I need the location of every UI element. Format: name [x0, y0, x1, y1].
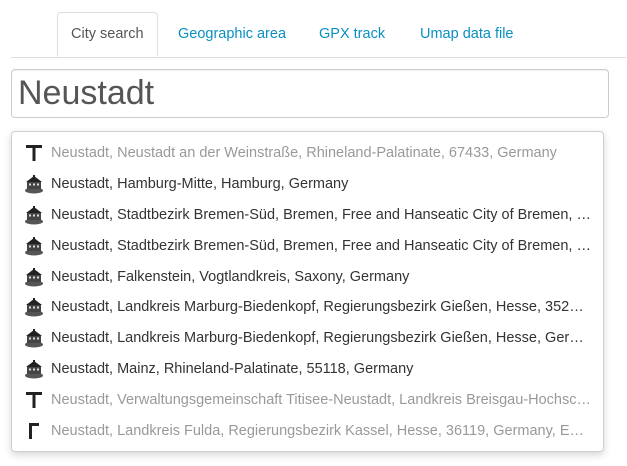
tab-geographic-area[interactable]: Geographic area — [178, 12, 286, 56]
result-item[interactable]: Neustadt, Stadtbezirk Bremen-Süd, Bremen… — [12, 200, 603, 231]
result-item[interactable]: Neustadt, Stadtbezirk Bremen-Süd, Bremen… — [12, 230, 603, 261]
result-item[interactable]: Neustadt, Verwaltungsgemeinschaft Titise… — [12, 384, 603, 415]
result-label: Neustadt, Falkenstein, Vogtlandkreis, Sa… — [51, 268, 410, 285]
city-search-input[interactable] — [11, 69, 609, 118]
result-item[interactable]: Neustadt, Landkreis Marburg-Biedenkopf, … — [12, 292, 603, 323]
result-label: Neustadt, Landkreis Marburg-Biedenkopf, … — [51, 330, 591, 347]
search-mode-tabs: City search Geographic area GPX track Um… — [11, 12, 626, 58]
signpost-icon — [23, 389, 45, 411]
tab-gpx-track[interactable]: GPX track — [319, 12, 385, 56]
town-icon — [23, 266, 45, 288]
town-icon — [23, 235, 45, 257]
result-label: Neustadt, Neustadt an der Weinstraße, Rh… — [51, 145, 557, 162]
result-item[interactable]: Neustadt, Falkenstein, Vogtlandkreis, Sa… — [12, 261, 603, 292]
result-label: Neustadt, Landkreis Marburg-Biedenkopf, … — [51, 299, 591, 316]
town-icon — [23, 327, 45, 349]
signpost-icon — [23, 142, 45, 164]
result-label: Neustadt, Stadtbezirk Bremen-Süd, Bremen… — [51, 237, 591, 254]
result-item[interactable]: Neustadt, Neustadt an der Weinstraße, Rh… — [12, 138, 603, 169]
town-icon — [23, 358, 45, 380]
town-icon — [23, 173, 45, 195]
result-label: Neustadt, Stadtbezirk Bremen-Süd, Bremen… — [51, 206, 591, 223]
tab-umap-data-file[interactable]: Umap data file — [420, 12, 514, 56]
result-item[interactable]: Neustadt, Landkreis Fulda, Regierungsbez… — [12, 415, 603, 446]
page: City search Geographic area GPX track Um… — [0, 0, 627, 466]
town-icon — [23, 296, 45, 318]
result-item[interactable]: Neustadt, Hamburg-Mitte, Hamburg, German… — [12, 169, 603, 200]
result-item[interactable]: Neustadt, Landkreis Marburg-Biedenkopf, … — [12, 323, 603, 354]
result-label: Neustadt, Verwaltungsgemeinschaft Titise… — [51, 391, 591, 408]
tab-city-search[interactable]: City search — [57, 12, 158, 57]
town-icon — [23, 204, 45, 226]
autocomplete-dropdown: Neustadt, Neustadt an der Weinstraße, Rh… — [11, 131, 604, 452]
result-item[interactable]: Neustadt, Mainz, Rhineland-Palatinate, 5… — [12, 354, 603, 385]
result-label: Neustadt, Landkreis Fulda, Regierungsbez… — [51, 422, 591, 439]
result-label: Neustadt, Hamburg-Mitte, Hamburg, German… — [51, 176, 349, 193]
flag-signpost-icon — [23, 420, 45, 442]
result-label: Neustadt, Mainz, Rhineland-Palatinate, 5… — [51, 360, 414, 377]
